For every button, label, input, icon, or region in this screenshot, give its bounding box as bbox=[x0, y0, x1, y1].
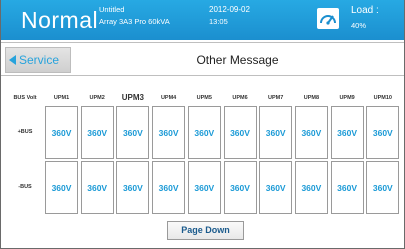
table-corner-label: BUS Volt bbox=[13, 95, 37, 101]
voltage-cell: 360V bbox=[223, 106, 257, 159]
voltage-cell: 360V bbox=[152, 161, 186, 214]
device-model: Array 3A3 Pro 60kVA bbox=[99, 17, 170, 26]
row-label: -BUS bbox=[18, 183, 32, 190]
voltage-cell: 360V bbox=[116, 161, 150, 214]
voltage-cell: 360V bbox=[223, 161, 257, 214]
column-header: UPM3 bbox=[121, 93, 144, 102]
page-down-button[interactable]: Page Down bbox=[167, 221, 244, 240]
gauge-icon[interactable] bbox=[317, 8, 339, 29]
voltage-cell: 360V bbox=[366, 161, 400, 214]
voltage-cell: 360V bbox=[187, 106, 221, 159]
operating-mode: Normal bbox=[21, 7, 99, 33]
voltage-cell: 360V bbox=[259, 161, 293, 214]
voltage-cell: 360V bbox=[366, 106, 400, 159]
column-header: UPM9 bbox=[339, 95, 355, 101]
screen-frame: Normal Untitled Array 3A3 Pro 60kVA 2012… bbox=[0, 0, 405, 249]
voltage-cell: 360V bbox=[330, 106, 364, 159]
load-label: Load : bbox=[351, 5, 379, 16]
column-header: UPM5 bbox=[196, 95, 212, 101]
voltage-cell: 360V bbox=[294, 161, 328, 214]
column-header: UPM7 bbox=[268, 95, 284, 101]
service-label: Service bbox=[19, 53, 60, 67]
voltage-cell: 360V bbox=[259, 106, 293, 159]
column-header: UPM10 bbox=[373, 95, 392, 101]
date-display: 2012-09-02 bbox=[209, 5, 250, 14]
voltage-cell: 360V bbox=[152, 106, 186, 159]
column-header: UPM6 bbox=[232, 95, 248, 101]
column-header: UPM1 bbox=[53, 95, 70, 101]
voltage-cell: 360V bbox=[45, 161, 78, 214]
page-title: Other Message bbox=[196, 53, 279, 67]
device-name: Untitled bbox=[99, 5, 125, 14]
voltage-cell: 360V bbox=[330, 161, 364, 214]
voltage-cell: 360V bbox=[80, 161, 114, 214]
column-header: UPM8 bbox=[303, 95, 320, 101]
row-label: +BUS bbox=[17, 128, 33, 135]
voltage-cell: 360V bbox=[187, 161, 221, 214]
back-arrow-icon bbox=[9, 55, 16, 65]
bus-voltage-table: BUS Volt UPM1 UPM2 UPM3 UPM4 UPM5 UPM6 UPM7 UPM… bbox=[5, 90, 404, 230]
navigation-bar: Service Other Message bbox=[1, 42, 404, 76]
voltage-cell: 360V bbox=[294, 106, 328, 159]
voltage-cell: 360V bbox=[80, 106, 114, 159]
status-header: Normal Untitled Array 3A3 Pro 60kVA 2012… bbox=[1, 0, 404, 40]
time-display: 13:05 bbox=[209, 17, 228, 26]
voltage-cell: 360V bbox=[45, 106, 78, 159]
voltage-cell: 360V bbox=[116, 106, 150, 159]
load-value: 40% bbox=[351, 21, 367, 30]
column-header: UPM4 bbox=[160, 95, 177, 101]
service-back-button[interactable]: Service bbox=[5, 47, 71, 73]
column-header: UPM2 bbox=[89, 95, 105, 101]
